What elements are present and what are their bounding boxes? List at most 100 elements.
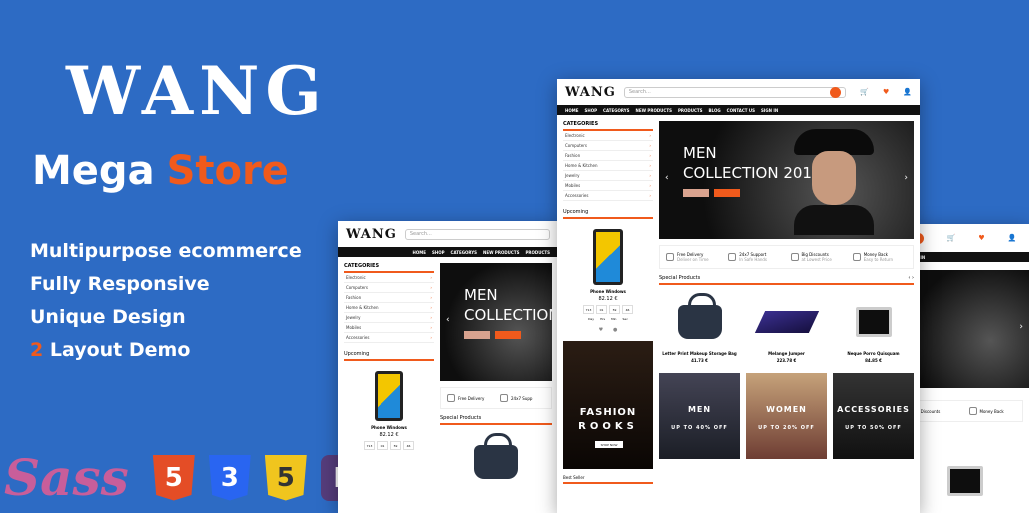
category-item[interactable]: Fashion › — [563, 151, 653, 161]
category-item[interactable]: Home & Kitchen › — [344, 303, 434, 313]
banner-women[interactable]: WOMEN UP TO 20% OFF — [746, 373, 827, 459]
next-arrow[interactable]: › — [904, 173, 908, 183]
hero-button-2[interactable] — [495, 331, 521, 339]
carousel-arrows[interactable]: ‹ › — [908, 275, 914, 281]
product-image[interactable] — [440, 433, 552, 491]
product-name[interactable]: Phone Windows — [563, 289, 653, 294]
laptop-image — [754, 311, 819, 333]
category-item[interactable]: Home & Kitchen › — [563, 161, 653, 171]
heart-icon[interactable]: ♥ — [978, 234, 984, 242]
service-item: 24x7 Support In Safe Hands — [728, 252, 782, 262]
js-icon: 5 — [264, 454, 307, 501]
category-item[interactable]: Computers › — [344, 283, 434, 293]
cart-icon[interactable]: 🛒 — [860, 88, 869, 96]
services-strip: Free Delivery Deliver on Time 24x7 Suppor… — [659, 245, 914, 269]
sidebar: CATEGORIES Electronic › Computers › Fashio… — [563, 121, 653, 484]
categories-heading: CATEGORIES — [344, 263, 434, 273]
product-grid: Letter Print Makeup Storage Bag 41.73 € M… — [659, 293, 914, 363]
nav-signin[interactable]: SIGN IN — [761, 108, 778, 113]
product-card[interactable]: Letter Print Makeup Storage Bag 41.73 € — [659, 293, 740, 363]
category-item[interactable]: Computers › — [563, 141, 653, 151]
nav-contact[interactable]: CONTACT US — [727, 108, 755, 113]
nav-bar: HOME SHOP CATEGORYS NEW PRODUCTS PRODUCT… — [557, 105, 920, 115]
fashion-banner[interactable]: FASHION ROOKS SHOP NOW — [563, 341, 653, 469]
product-name[interactable]: Phone Windows — [344, 425, 434, 430]
prev-arrow[interactable]: ‹ — [665, 173, 669, 183]
user-icon[interactable]: 👤 — [1008, 234, 1017, 242]
view-icon[interactable]: ● — [613, 327, 617, 333]
screenshot-main: WANG Search... 🛒 ♥ 👤 HOME SHOP CATEGORYS… — [557, 79, 920, 513]
prev-arrow[interactable]: ‹ — [446, 315, 450, 325]
category-item[interactable]: Jewelry › — [344, 313, 434, 323]
service-item: Free Delivery — [447, 394, 492, 402]
special-heading: Special Products — [440, 415, 552, 425]
title-mega: Mega — [32, 148, 155, 194]
nav-home[interactable]: HOME — [565, 108, 578, 113]
search-input[interactable]: Search... — [623, 86, 847, 98]
product-card[interactable]: Melange Jumper 223.78 € — [746, 293, 827, 363]
hero-text: MEN COLLECTION — [464, 286, 558, 324]
shop-now-button[interactable]: SHOP NOW — [595, 441, 623, 448]
feature-item: Multipurpose ecommerce — [30, 240, 302, 262]
store-logo[interactable]: WANG — [346, 227, 397, 242]
service-item: Big Discounts — [913, 408, 941, 414]
nav-categorys[interactable]: CATEGORYS — [451, 250, 478, 255]
nav-shop[interactable]: SHOP — [432, 250, 445, 255]
support-icon — [728, 253, 737, 261]
next-arrow[interactable]: › — [1019, 322, 1023, 332]
compare-icon[interactable]: ♥ — [599, 327, 603, 333]
cart-icon[interactable]: 🛒 — [947, 234, 956, 242]
hero-button-1[interactable] — [683, 189, 709, 197]
brand-logo: WANG — [66, 52, 328, 130]
promo-banners: MEN UP TO 40% OFF WOMEN UP TO 20% OFF ACCE… — [659, 373, 914, 459]
heart-icon[interactable]: ♥ — [883, 88, 889, 96]
nav-new-products[interactable]: NEW PRODUCTS — [636, 108, 672, 113]
phone-image[interactable] — [375, 371, 403, 421]
promo-panel: WANG Mega Store Multipurpose ecommerce Fu… — [0, 0, 367, 513]
screenshot-left: WANG Search... HOME SHOP CATEGORYS NEW P… — [338, 221, 558, 513]
nav-new-products[interactable]: NEW PRODUCTS — [483, 250, 519, 255]
store-logo[interactable]: WANG — [565, 85, 616, 100]
truck-icon — [447, 394, 455, 402]
bag-image — [677, 293, 722, 339]
banner-accessories[interactable]: ACCESSORIES UP TO 50% OFF — [833, 373, 914, 459]
category-item[interactable]: Mobiles › — [563, 181, 653, 191]
nav-products[interactable]: PRODUCTS — [678, 108, 703, 113]
service-item: Big Discounts at Lowest Price — [790, 252, 845, 262]
css3-icon: 3 — [208, 454, 251, 501]
product-price: 82.12 € — [598, 296, 618, 302]
hero-button-2[interactable] — [714, 189, 740, 197]
category-item[interactable]: Mobiles › — [344, 323, 434, 333]
truck-icon — [666, 253, 674, 261]
user-icon[interactable]: 👤 — [903, 88, 912, 96]
nav-categorys[interactable]: CATEGORYS — [603, 108, 630, 113]
product-card[interactable]: Neque Porro Quisquam 84.85 € — [833, 293, 914, 363]
search-input[interactable]: Search... — [404, 228, 550, 240]
feature-list: Multipurpose ecommerce Fully Responsive … — [30, 240, 302, 372]
sidebar: CATEGORIES Electronic › Computers › Fashio… — [344, 263, 434, 491]
countdown: 713 01 59 46 — [563, 305, 653, 314]
best-seller-heading: Best Seller — [563, 475, 653, 484]
nav-blog[interactable]: BLOG — [709, 108, 721, 113]
category-item[interactable]: Accessories › — [344, 333, 434, 343]
nav-shop[interactable]: SHOP — [584, 108, 597, 113]
nav-products[interactable]: PRODUCTS — [525, 250, 550, 255]
feature-item: Fully Responsive — [30, 273, 210, 295]
category-item[interactable]: Accessories › — [563, 191, 653, 201]
category-item[interactable]: Electronic › — [563, 131, 653, 141]
hero-button-1[interactable] — [464, 331, 490, 339]
search-button[interactable] — [830, 86, 842, 98]
category-item[interactable]: Fashion › — [344, 293, 434, 303]
category-item[interactable]: Electronic › — [344, 273, 434, 283]
phone-image[interactable] — [593, 229, 623, 285]
money-icon — [852, 253, 861, 261]
support-icon — [500, 394, 508, 402]
service-item: Money Back Easy to Return — [852, 252, 907, 262]
sass-logo: Sass — [4, 448, 129, 507]
nav-home[interactable]: HOME — [413, 250, 426, 255]
category-item[interactable]: Jewelry › — [563, 171, 653, 181]
banner-men[interactable]: MEN UP TO 40% OFF — [659, 373, 740, 459]
bag-image — [474, 433, 518, 479]
promo-title: Mega Store — [32, 148, 289, 194]
categories-heading: CATEGORIES — [563, 121, 653, 131]
